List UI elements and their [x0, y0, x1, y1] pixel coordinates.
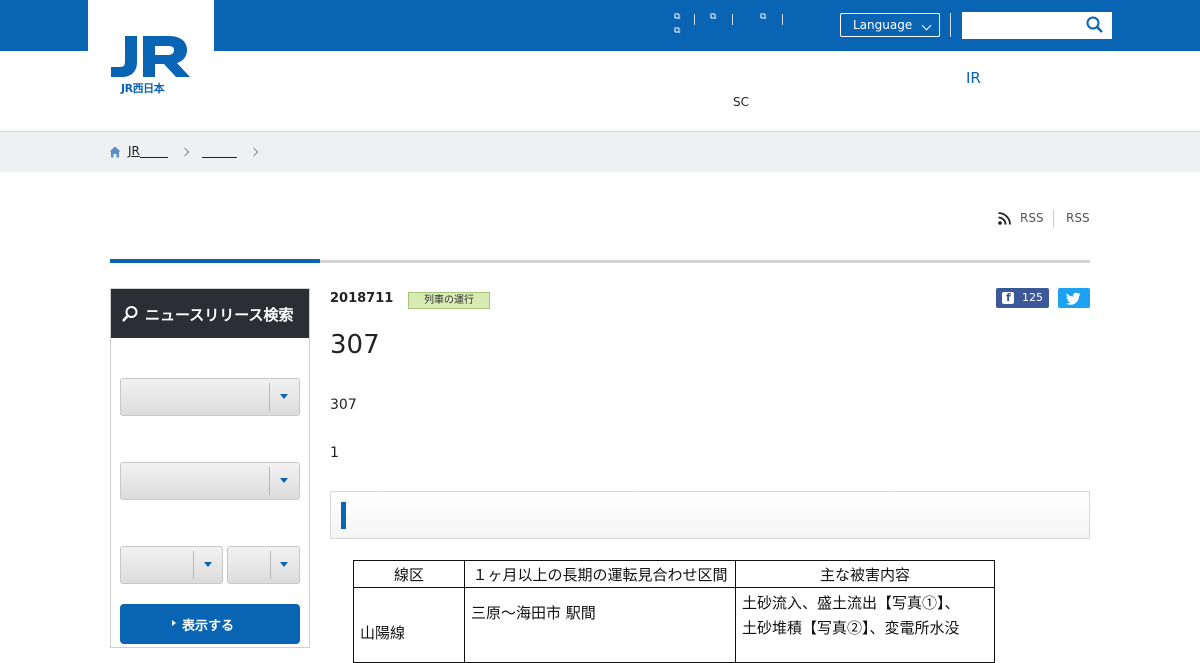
select-month[interactable] — [227, 546, 300, 584]
category-tag[interactable]: 列車の運行 — [408, 292, 490, 309]
search-icon — [122, 306, 138, 322]
breadcrumb-link-home[interactable]: JR — [128, 144, 140, 158]
news-search-title: ニュースリリース検索 — [145, 306, 294, 324]
table-cell-damage: 土砂流入、盛土流出【写真①】、 土砂堆積【写真②】、変電所水没 — [735, 587, 995, 663]
news-search-panel: ニュースリリース検索 表示する — [110, 288, 310, 648]
divider — [1053, 210, 1054, 228]
select-year[interactable] — [120, 378, 300, 416]
table-row: 山陽線 三原～海田市 駅間 土砂流入、盛土流出【写真①】、 土砂堆積【写真②】、… — [353, 587, 995, 663]
breadcrumb-underline — [202, 157, 237, 158]
chevron-down-icon — [921, 20, 932, 31]
article-paragraph: 1 — [330, 445, 339, 461]
external-link-icon[interactable]: ⧉ — [710, 12, 716, 22]
triangle-right-icon — [172, 620, 176, 626]
table-header: 線区 — [353, 560, 465, 588]
external-link-icon[interactable]: ⧉ — [760, 12, 766, 22]
dropdown-arrow-icon — [280, 394, 288, 399]
divider — [950, 13, 951, 37]
twitter-icon — [1065, 292, 1081, 305]
table-header-row: 線区 １ヶ月以上の長期の運転見合わせ区間 主な被害内容 — [353, 560, 995, 588]
section-heading — [330, 491, 1090, 539]
search-submit-label: 表示する — [182, 619, 235, 634]
search-submit-button[interactable]: 表示する — [120, 604, 300, 644]
facebook-share-button[interactable]: f 125 — [996, 288, 1049, 308]
divider — [694, 14, 695, 25]
divider — [732, 14, 733, 25]
language-button[interactable]: Language — [840, 13, 940, 37]
damage-table: 線区 １ヶ月以上の長期の運転見合わせ区間 主な被害内容 山陽線 三原～海田市 駅… — [353, 560, 995, 663]
facebook-icon: f — [1002, 291, 1014, 304]
jr-logo-icon — [111, 36, 190, 77]
nav-item-ir[interactable]: IR — [966, 69, 981, 87]
twitter-share-button[interactable] — [1058, 288, 1090, 308]
site-logo[interactable]: JR西日本 — [88, 0, 214, 131]
breadcrumb-underline — [140, 157, 168, 158]
external-link-icon[interactable]: ⧉ — [674, 12, 680, 22]
rss-icon — [998, 212, 1011, 225]
home-icon[interactable] — [109, 146, 121, 158]
select-area[interactable] — [120, 546, 223, 584]
news-search-header: ニュースリリース検索 — [111, 289, 309, 338]
article-title: 307 — [330, 330, 380, 360]
table-cell-section: 三原～海田市 駅間 — [464, 587, 736, 663]
external-link-icon[interactable]: ⧉ — [674, 26, 680, 36]
select-category[interactable] — [120, 462, 300, 500]
article-date: 2018711 — [330, 291, 394, 306]
rss-link[interactable]: RSS — [1066, 211, 1090, 225]
dropdown-arrow-icon — [280, 562, 288, 567]
language-label: Language — [853, 18, 913, 32]
facebook-share-count: 125 — [1022, 291, 1043, 304]
rss-link[interactable]: RSS — [1020, 211, 1044, 225]
section-accent-bar — [341, 502, 346, 529]
table-header: 主な被害内容 — [735, 560, 995, 588]
tab-active-indicator[interactable] — [110, 259, 320, 263]
dropdown-arrow-icon — [204, 562, 212, 567]
table-header: １ヶ月以上の長期の運転見合わせ区間 — [464, 560, 736, 588]
search-icon[interactable] — [1086, 16, 1104, 34]
table-cell-line: 山陽線 — [353, 587, 465, 663]
dropdown-arrow-icon — [280, 478, 288, 483]
logo-text: JR西日本 — [121, 82, 165, 95]
article-paragraph: 307 — [330, 397, 357, 413]
nav-item-sc[interactable]: SC — [733, 95, 749, 109]
divider — [782, 14, 783, 25]
